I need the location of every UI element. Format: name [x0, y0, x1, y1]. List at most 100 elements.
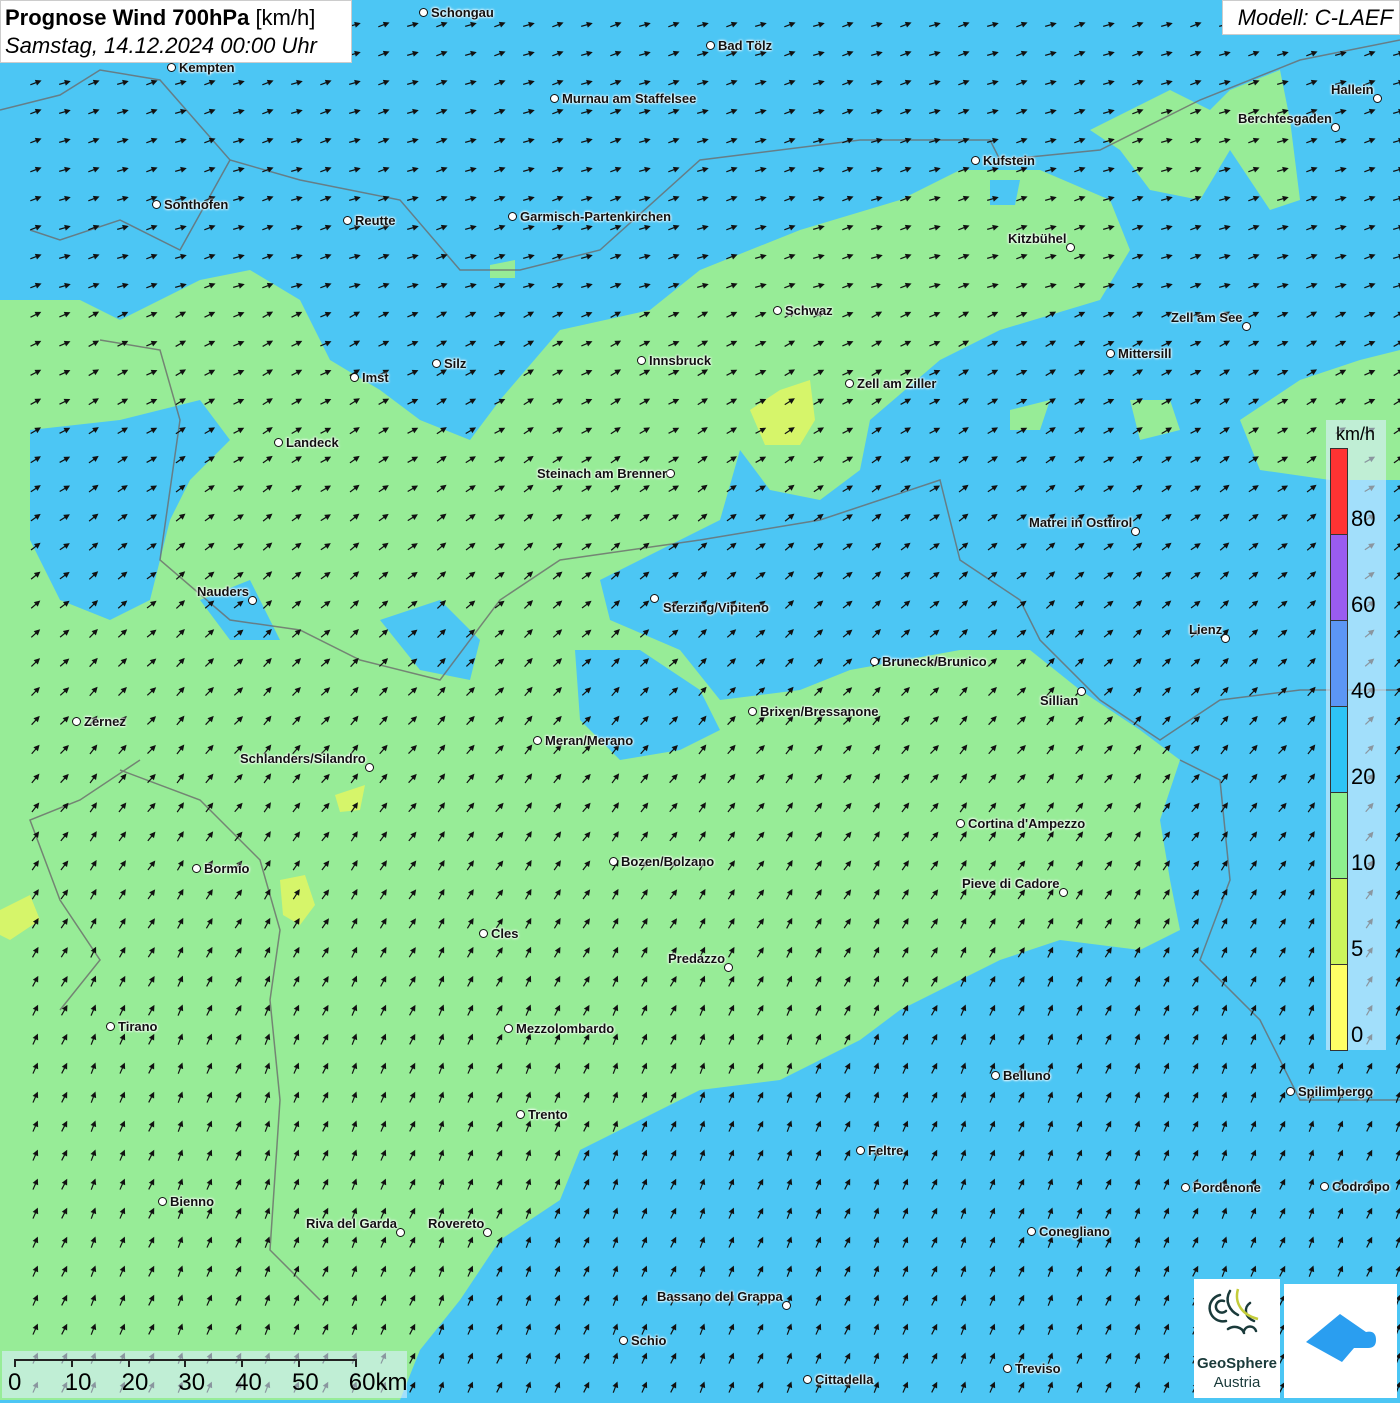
city-label: Schlanders/Silandro	[240, 751, 366, 766]
city-label: Mittersill	[1118, 346, 1172, 361]
color-legend: km/h 80 60 40 20 10 5 0	[1326, 420, 1386, 1051]
city-marker	[637, 356, 646, 365]
legend-label: 60	[1351, 592, 1376, 617]
city-label: Conegliano	[1039, 1224, 1110, 1239]
city-label: Meran/Merano	[545, 733, 634, 748]
city-label: Schwaz	[785, 303, 833, 318]
legend-swatch	[1330, 534, 1348, 621]
city-label: Bassano del Grappa	[657, 1289, 783, 1304]
city-marker	[1181, 1183, 1190, 1192]
city-label: Trento	[528, 1107, 568, 1122]
scale-label: 20	[121, 1369, 149, 1396]
city-label: Sillian	[1040, 693, 1079, 708]
city-marker	[504, 1024, 513, 1033]
city-marker	[158, 1197, 167, 1206]
city-label: Sonthofen	[164, 197, 229, 212]
city-marker	[650, 594, 659, 603]
map-title: Prognose Wind 700hPa	[5, 5, 250, 30]
city-label: Tirano	[118, 1019, 158, 1034]
city-marker	[748, 707, 757, 716]
city-marker	[619, 1336, 628, 1345]
city-marker	[248, 596, 257, 605]
city-marker	[343, 216, 352, 225]
city-label: Zell am See	[1171, 310, 1243, 325]
city-marker	[479, 929, 488, 938]
city-label: Bad Tölz	[718, 38, 773, 53]
scale-label: 40	[235, 1369, 262, 1396]
city-label: Kitzbühel	[1008, 231, 1067, 246]
city-marker	[274, 438, 283, 447]
legend-label: 40	[1351, 678, 1376, 703]
city-marker	[991, 1071, 1000, 1080]
legend-swatch	[1330, 964, 1348, 1051]
city-label: Schongau	[431, 5, 494, 20]
city-marker	[1320, 1182, 1329, 1191]
city-marker	[350, 373, 359, 382]
legend-label: 10	[1351, 850, 1376, 875]
city-marker	[550, 94, 559, 103]
city-marker	[508, 212, 517, 221]
city-marker	[1221, 634, 1230, 643]
city-label: Nauders	[197, 584, 250, 599]
model-label: Modell: C-LAEF	[1222, 0, 1400, 35]
city-marker	[1242, 322, 1251, 331]
city-marker	[1003, 1364, 1012, 1373]
map-unit: [km/h]	[255, 5, 316, 30]
city-label: Bienno	[170, 1194, 215, 1209]
city-label: Zernez	[84, 714, 126, 729]
scale-label: 50	[292, 1369, 319, 1396]
geosphere-name: GeoSphere	[1196, 1355, 1278, 1372]
city-label: Pieve di Cadore	[962, 876, 1060, 891]
city-marker	[1131, 527, 1140, 536]
city-marker	[192, 864, 201, 873]
geosphere-country: Austria	[1213, 1374, 1261, 1391]
city-label: Belluno	[1003, 1068, 1051, 1083]
weather-app-logo	[1284, 1284, 1397, 1398]
city-label: Kempten	[179, 60, 235, 75]
city-label: Bruneck/Brunico	[882, 654, 987, 669]
city-label: Schio	[631, 1333, 667, 1348]
city-marker	[533, 736, 542, 745]
city-label: Cortina d'Ampezzo	[968, 816, 1086, 831]
title-box: Prognose Wind 700hPa [km/h] Samstag, 14.…	[0, 0, 352, 63]
scale-label: 0	[8, 1369, 22, 1396]
city-label: Brixen/Bressanone	[760, 704, 879, 719]
city-label: Lienz	[1189, 622, 1223, 637]
city-marker	[152, 200, 161, 209]
geosphere-logo: GeoSphere Austria	[1194, 1279, 1280, 1398]
city-label: Berchtesgaden	[1238, 111, 1332, 126]
city-marker	[782, 1301, 791, 1310]
city-label: Treviso	[1015, 1361, 1061, 1376]
legend-unit: km/h	[1336, 424, 1376, 444]
city-marker	[845, 379, 854, 388]
city-label: Mezzolombardo	[516, 1021, 615, 1036]
city-marker	[856, 1146, 865, 1155]
city-marker	[1077, 687, 1086, 696]
city-marker	[1066, 243, 1075, 252]
legend-label: 0	[1351, 1022, 1364, 1047]
legend-label: 20	[1351, 764, 1376, 789]
city-marker	[1373, 94, 1382, 103]
legend-swatch	[1330, 792, 1348, 879]
scale-tick	[184, 1359, 187, 1367]
city-marker	[666, 469, 675, 478]
city-marker	[432, 359, 441, 368]
city-label: Matrei in Osttirol	[1029, 515, 1133, 530]
city-label: Silz	[444, 356, 467, 371]
city-label: Bormio	[204, 861, 250, 876]
city-marker	[609, 857, 618, 866]
city-label: Reutte	[355, 213, 396, 228]
city-label: Steinach am Brenner	[537, 466, 668, 481]
city-marker	[971, 156, 980, 165]
city-marker	[396, 1228, 405, 1237]
forecast-datetime: Samstag, 14.12.2024 00:00 Uhr	[5, 33, 317, 58]
city-label: Kufstein	[983, 153, 1035, 168]
city-marker	[1331, 123, 1340, 132]
city-marker	[1027, 1227, 1036, 1236]
city-marker	[72, 717, 81, 726]
city-label: Imst	[362, 370, 389, 385]
city-marker	[1106, 349, 1115, 358]
city-label: Sterzing/Vipiteno	[663, 600, 769, 615]
legend-swatch	[1330, 878, 1348, 965]
scale-tick	[354, 1359, 357, 1367]
